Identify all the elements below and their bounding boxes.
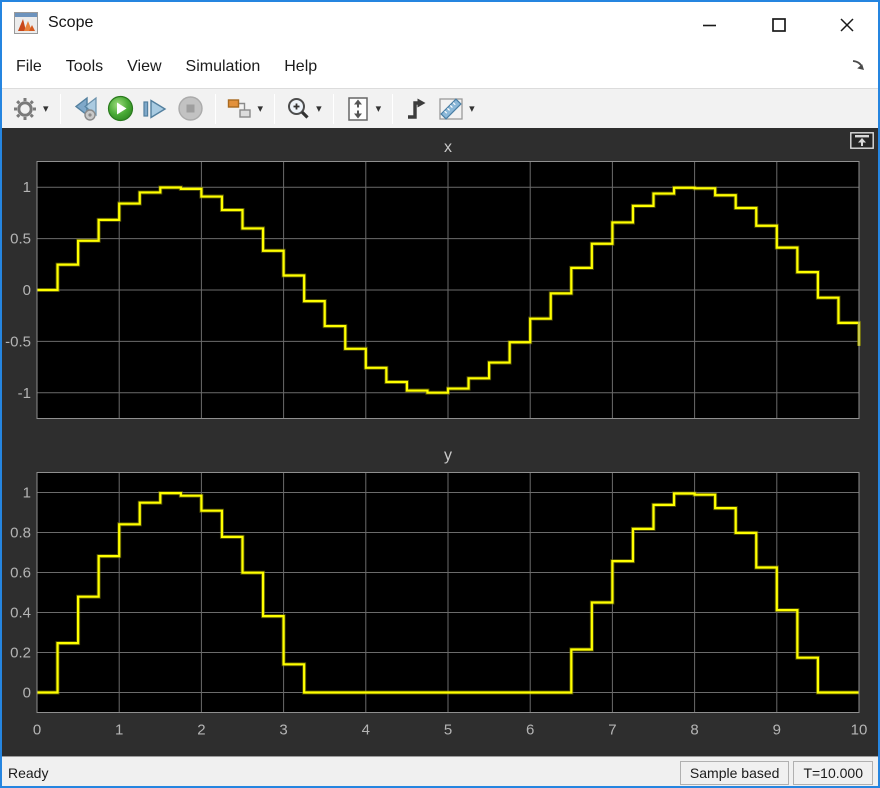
svg-text:0.6: 0.6	[10, 565, 31, 582]
svg-text:1: 1	[23, 179, 31, 196]
svg-text:0: 0	[23, 282, 31, 299]
signal-blocks-icon	[227, 96, 253, 122]
svg-text:6: 6	[526, 722, 534, 739]
svg-text:0.4: 0.4	[10, 605, 31, 622]
plot-title-x: x	[37, 139, 859, 157]
settings-dropdown-caret[interactable]: ▾	[43, 102, 49, 115]
scope-plot-x[interactable]: -1 -0.5 0 0.5 1	[2, 161, 878, 419]
stop-button[interactable]	[174, 93, 207, 125]
svg-text:3: 3	[279, 722, 287, 739]
play-icon	[107, 95, 134, 122]
magnifier-plus-icon	[286, 96, 311, 121]
toolbar-separator	[274, 94, 275, 124]
scope-plot-y[interactable]: 00.20.40.60.81012345678910	[2, 472, 878, 744]
plot-panel: x -1-0.500.51 y 00.20.40.60.810123456789…	[2, 128, 878, 756]
toolbar-separator	[392, 94, 393, 124]
highlight-block-button[interactable]	[224, 93, 256, 125]
toolbar: ▾	[2, 88, 878, 128]
menu-tools[interactable]: Tools	[66, 58, 103, 76]
zoom-dropdown-caret[interactable]: ▾	[316, 102, 322, 115]
svg-text:0: 0	[33, 722, 41, 739]
fit-view-icon	[345, 96, 371, 122]
menu-file[interactable]: File	[16, 58, 42, 76]
zoom-button[interactable]	[283, 93, 314, 125]
status-text: Ready	[2, 765, 680, 781]
measurements-dropdown-caret[interactable]: ▾	[469, 102, 475, 115]
toolbar-separator	[60, 94, 61, 124]
svg-text:8: 8	[690, 722, 698, 739]
svg-text:0.8: 0.8	[10, 525, 31, 542]
plot-title-y: y	[37, 447, 859, 465]
status-mode-badge: Sample based	[680, 761, 790, 785]
svg-text:0.5: 0.5	[10, 231, 31, 248]
status-time-badge: T=10.000	[793, 761, 873, 785]
toolbar-separator	[215, 94, 216, 124]
svg-text:0: 0	[23, 685, 31, 702]
fit-to-view-dropdown-caret[interactable]: ▾	[376, 102, 382, 115]
trigger-step-icon	[404, 96, 430, 122]
scope-window: Scope File Tools View Simulation Help	[0, 0, 880, 788]
svg-text:9: 9	[773, 722, 781, 739]
window-title: Scope	[48, 14, 93, 32]
svg-text:5: 5	[444, 722, 452, 739]
svg-text:4: 4	[362, 722, 370, 739]
title-bar[interactable]: Scope	[2, 2, 878, 46]
corner-arrow-icon[interactable]	[851, 58, 866, 71]
menu-bar: File Tools View Simulation Help	[2, 46, 878, 88]
minimize-icon	[703, 24, 716, 27]
close-button[interactable]	[824, 10, 870, 40]
trigger-button[interactable]	[401, 93, 433, 125]
svg-text:7: 7	[608, 722, 616, 739]
menu-view[interactable]: View	[127, 58, 161, 76]
fit-to-view-button[interactable]	[342, 93, 374, 125]
close-icon	[840, 18, 854, 32]
measurements-button[interactable]	[435, 93, 467, 125]
step-back-button[interactable]	[69, 93, 102, 125]
menu-simulation[interactable]: Simulation	[186, 58, 261, 76]
step-forward-icon	[142, 96, 169, 122]
step-back-icon	[72, 96, 99, 122]
svg-text:10: 10	[851, 722, 868, 739]
highlight-block-dropdown-caret[interactable]: ▾	[258, 102, 264, 115]
toolbar-separator	[333, 94, 334, 124]
settings-button[interactable]	[9, 93, 41, 125]
status-bar: Ready Sample based T=10.000	[2, 756, 878, 788]
ruler-icon	[438, 96, 464, 122]
svg-text:1: 1	[23, 485, 31, 502]
maximize-icon	[772, 18, 786, 32]
menu-help[interactable]: Help	[284, 58, 317, 76]
svg-text:0.2: 0.2	[10, 645, 31, 662]
svg-text:1: 1	[115, 722, 123, 739]
maximize-button[interactable]	[756, 10, 802, 40]
svg-text:-0.5: -0.5	[5, 333, 31, 350]
step-forward-button[interactable]	[139, 93, 172, 125]
svg-text:2: 2	[197, 722, 205, 739]
scope-app-icon	[14, 12, 38, 34]
svg-text:-1: -1	[18, 385, 31, 402]
gear-icon	[12, 96, 38, 122]
minimize-button[interactable]	[686, 10, 732, 40]
stop-icon	[177, 95, 204, 122]
run-button[interactable]	[104, 93, 137, 125]
